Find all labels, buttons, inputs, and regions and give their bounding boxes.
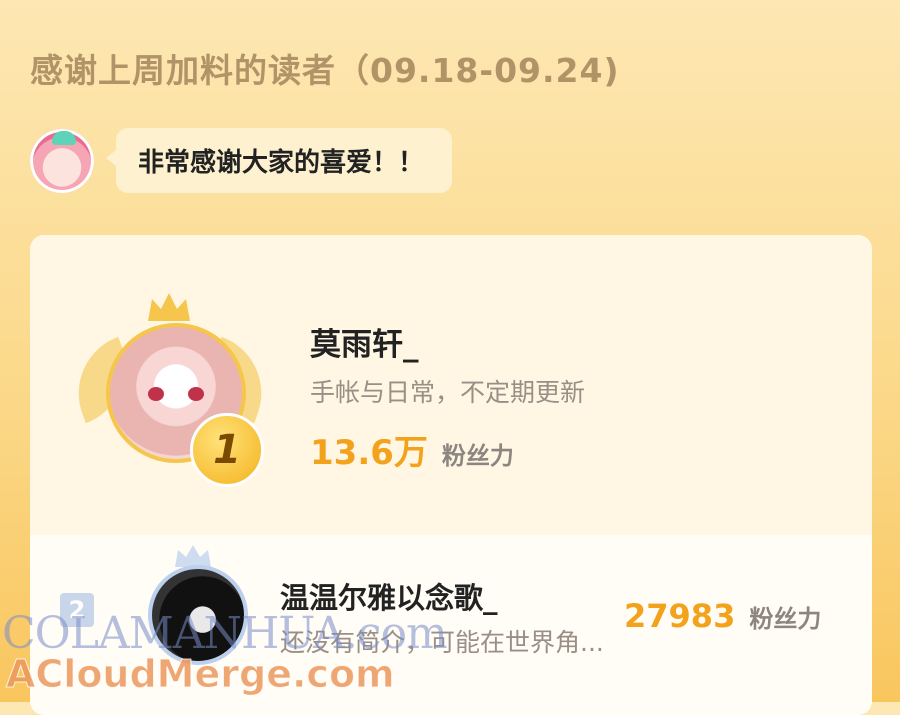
page-title: 感谢上周加料的读者（09.18-09.24) <box>30 51 620 90</box>
message-bubble: 非常感谢大家的喜爱！！ <box>105 128 453 193</box>
author-avatar[interactable] <box>30 128 94 193</box>
fan-stats: 13.6万 粉丝力 <box>310 425 514 474</box>
crown-icon <box>175 545 211 567</box>
author-message-row: 非常感谢大家的喜爱！！ <box>30 128 453 193</box>
fan-stats: 27983 粉丝力 <box>624 597 821 635</box>
fans-label: 粉丝力 <box>749 605 822 633</box>
rank-badge: 1 <box>190 413 264 487</box>
crown-icon <box>148 293 190 321</box>
user-desc: 手帐与日常，不定期更新 <box>310 378 586 407</box>
fans-label: 粉丝力 <box>441 442 514 470</box>
fan-count: 13.6万 <box>310 433 428 473</box>
fan-count: 27983 <box>624 597 736 635</box>
watermark: ACloudMerge.com <box>6 652 396 697</box>
user-name[interactable]: 莫雨轩_ <box>310 319 419 364</box>
rank-1-entry[interactable]: 1 莫雨轩_ 手帐与日常，不定期更新 13.6万 粉丝力 <box>30 235 872 535</box>
